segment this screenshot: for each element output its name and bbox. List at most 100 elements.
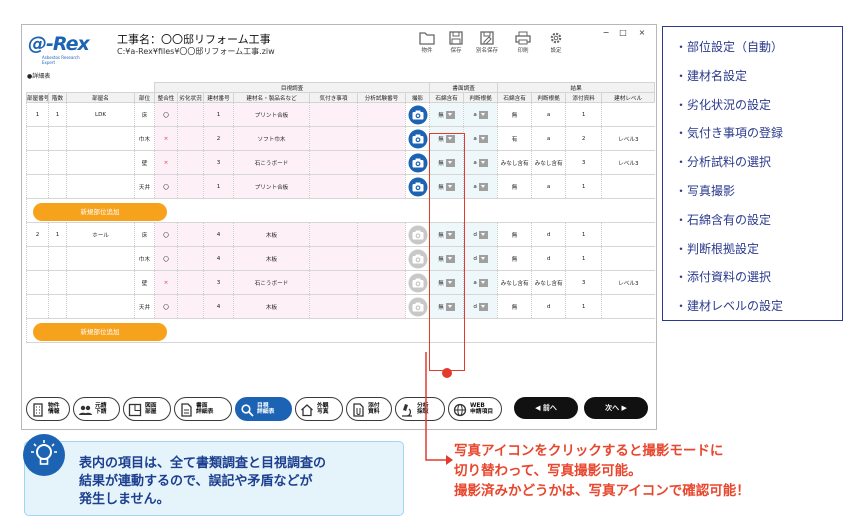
cell-num[interactable]: 1 [203,102,234,127]
cell-empty[interactable] [309,126,358,151]
cell-floor[interactable] [48,294,67,319]
cell-room-no[interactable] [26,270,49,295]
cell-check[interactable]: × [154,270,178,295]
cell-empty[interactable] [309,246,358,271]
dropdown-arrow-icon[interactable] [478,182,488,191]
cell-room[interactable] [66,246,135,271]
dropdown-arrow-icon[interactable] [478,302,488,311]
cell-empty[interactable] [357,246,406,271]
cell-empty[interactable] [177,270,204,295]
cell-empty[interactable] [177,174,204,199]
cell-floor[interactable]: 1 [48,102,67,127]
dropdown-arrow-icon[interactable] [478,110,488,119]
cell-empty[interactable] [177,102,204,127]
cell-name[interactable]: 石こうボード [233,270,310,295]
cell-empty[interactable] [177,150,204,175]
cell-floor[interactable] [48,150,67,175]
cell-empty[interactable] [357,174,406,199]
cell-empty[interactable] [357,294,406,319]
cell-num[interactable]: 2 [203,126,234,151]
cell-room-no[interactable] [26,294,49,319]
cell-room[interactable] [66,270,135,295]
cell-res-asb[interactable]: 無 [497,102,532,127]
cell-room-no[interactable] [26,150,49,175]
cell-floor[interactable]: 1 [48,222,67,247]
photo-cell[interactable] [404,294,430,319]
cell-attach[interactable]: 3 [565,150,602,175]
cell-res-asb[interactable]: みなし含有 [497,150,532,175]
cell-check[interactable]: 〇 [154,222,178,247]
cell-attach[interactable]: 1 [565,222,602,247]
cell-floor[interactable] [48,174,67,199]
toolbar-save-button[interactable]: 保存 [443,31,469,54]
cell-res-basis[interactable]: a [531,126,566,151]
doc-basis-select[interactable]: d [463,222,498,247]
table-row[interactable]: 巾木〇 4 木板無 d 無 d 1 [26,246,655,271]
cell-level[interactable]: レベル3 [601,126,655,151]
cell-empty[interactable] [309,174,358,199]
doc-basis-select[interactable]: d [463,294,498,319]
cell-res-basis[interactable]: d [531,222,566,247]
cell-empty[interactable] [357,102,406,127]
dropdown-arrow-icon[interactable] [478,254,488,263]
cell-empty[interactable] [309,150,358,175]
cell-room-no[interactable] [26,174,49,199]
camera-taken-icon[interactable] [408,105,428,125]
prev-button[interactable]: ◀ 前へ [514,397,578,419]
cell-attach[interactable]: 1 [565,294,602,319]
cell-room[interactable]: LDK [66,102,135,127]
cell-level[interactable] [601,102,655,127]
nav-button-1[interactable]: 元請 下請 [73,397,120,421]
next-button[interactable]: 次へ ▶ [584,397,648,419]
dropdown-arrow-icon[interactable] [478,134,488,143]
cell-room[interactable] [66,174,135,199]
doc-asbestos-select[interactable]: 無 [429,102,464,127]
cell-num[interactable]: 4 [203,294,234,319]
photo-cell[interactable] [404,126,430,151]
cell-part[interactable]: 壁 [134,270,155,295]
cell-empty[interactable] [177,246,204,271]
cell-room-no[interactable] [26,126,49,151]
camera-taken-icon[interactable] [408,129,428,149]
cell-room-no[interactable] [26,246,49,271]
table-row[interactable]: 天井〇 4 木板無 d 無 d 1 [26,294,655,319]
cell-room[interactable] [66,126,135,151]
cell-num[interactable]: 3 [203,150,234,175]
cell-floor[interactable] [48,246,67,271]
dropdown-arrow-icon[interactable] [445,110,455,119]
cell-res-basis[interactable]: みなし含有 [531,150,566,175]
cell-res-asb[interactable]: 無 [497,294,532,319]
cell-res-basis[interactable]: d [531,294,566,319]
cell-res-basis[interactable]: a [531,174,566,199]
cell-level[interactable] [601,174,655,199]
maximize-button[interactable]: □ [617,28,629,37]
nav-button-5[interactable]: 外観 写真 [295,397,343,421]
cell-res-basis[interactable]: みなし含有 [531,270,566,295]
cell-attach[interactable]: 3 [565,270,602,295]
cell-name[interactable]: 木板 [233,294,310,319]
cell-check[interactable]: 〇 [154,102,178,127]
close-button[interactable]: × [636,28,648,37]
toolbar-open-button[interactable]: 物件 [414,31,440,54]
table-row[interactable]: 2 1 ホール床〇 4 木板無 d 無 d 1 [26,222,655,247]
minimize-button[interactable]: − [600,28,612,37]
cell-res-asb[interactable]: みなし含有 [497,270,532,295]
cell-level[interactable]: レベル3 [601,270,655,295]
cell-part[interactable]: 天井 [134,294,155,319]
doc-basis-select[interactable]: a [463,126,498,151]
cell-empty[interactable] [309,270,358,295]
cell-name[interactable]: 石こうボード [233,150,310,175]
nav-button-6[interactable]: 添付 資料 [346,397,392,421]
doc-basis-select[interactable]: a [463,270,498,295]
cell-attach[interactable]: 1 [565,246,602,271]
photo-cell[interactable] [404,150,430,175]
cell-empty[interactable] [309,222,358,247]
table-row[interactable]: 壁 × 3 石こうボード無 a みなし含有 みなし含有 3 レベル3 [26,270,655,295]
cell-floor[interactable] [48,126,67,151]
cell-name[interactable]: ソフト巾木 [233,126,310,151]
photo-cell[interactable] [404,102,430,127]
nav-button-2[interactable]: 図面 部屋 [123,397,171,421]
table-row[interactable]: 巾木 × 2 ソフト巾木無 a 有 a 2 レベル3 [26,126,655,151]
table-row[interactable]: 壁 × 3 石こうボード無 a みなし含有 みなし含有 3 レベル3 [26,150,655,175]
cell-name[interactable]: 木板 [233,222,310,247]
